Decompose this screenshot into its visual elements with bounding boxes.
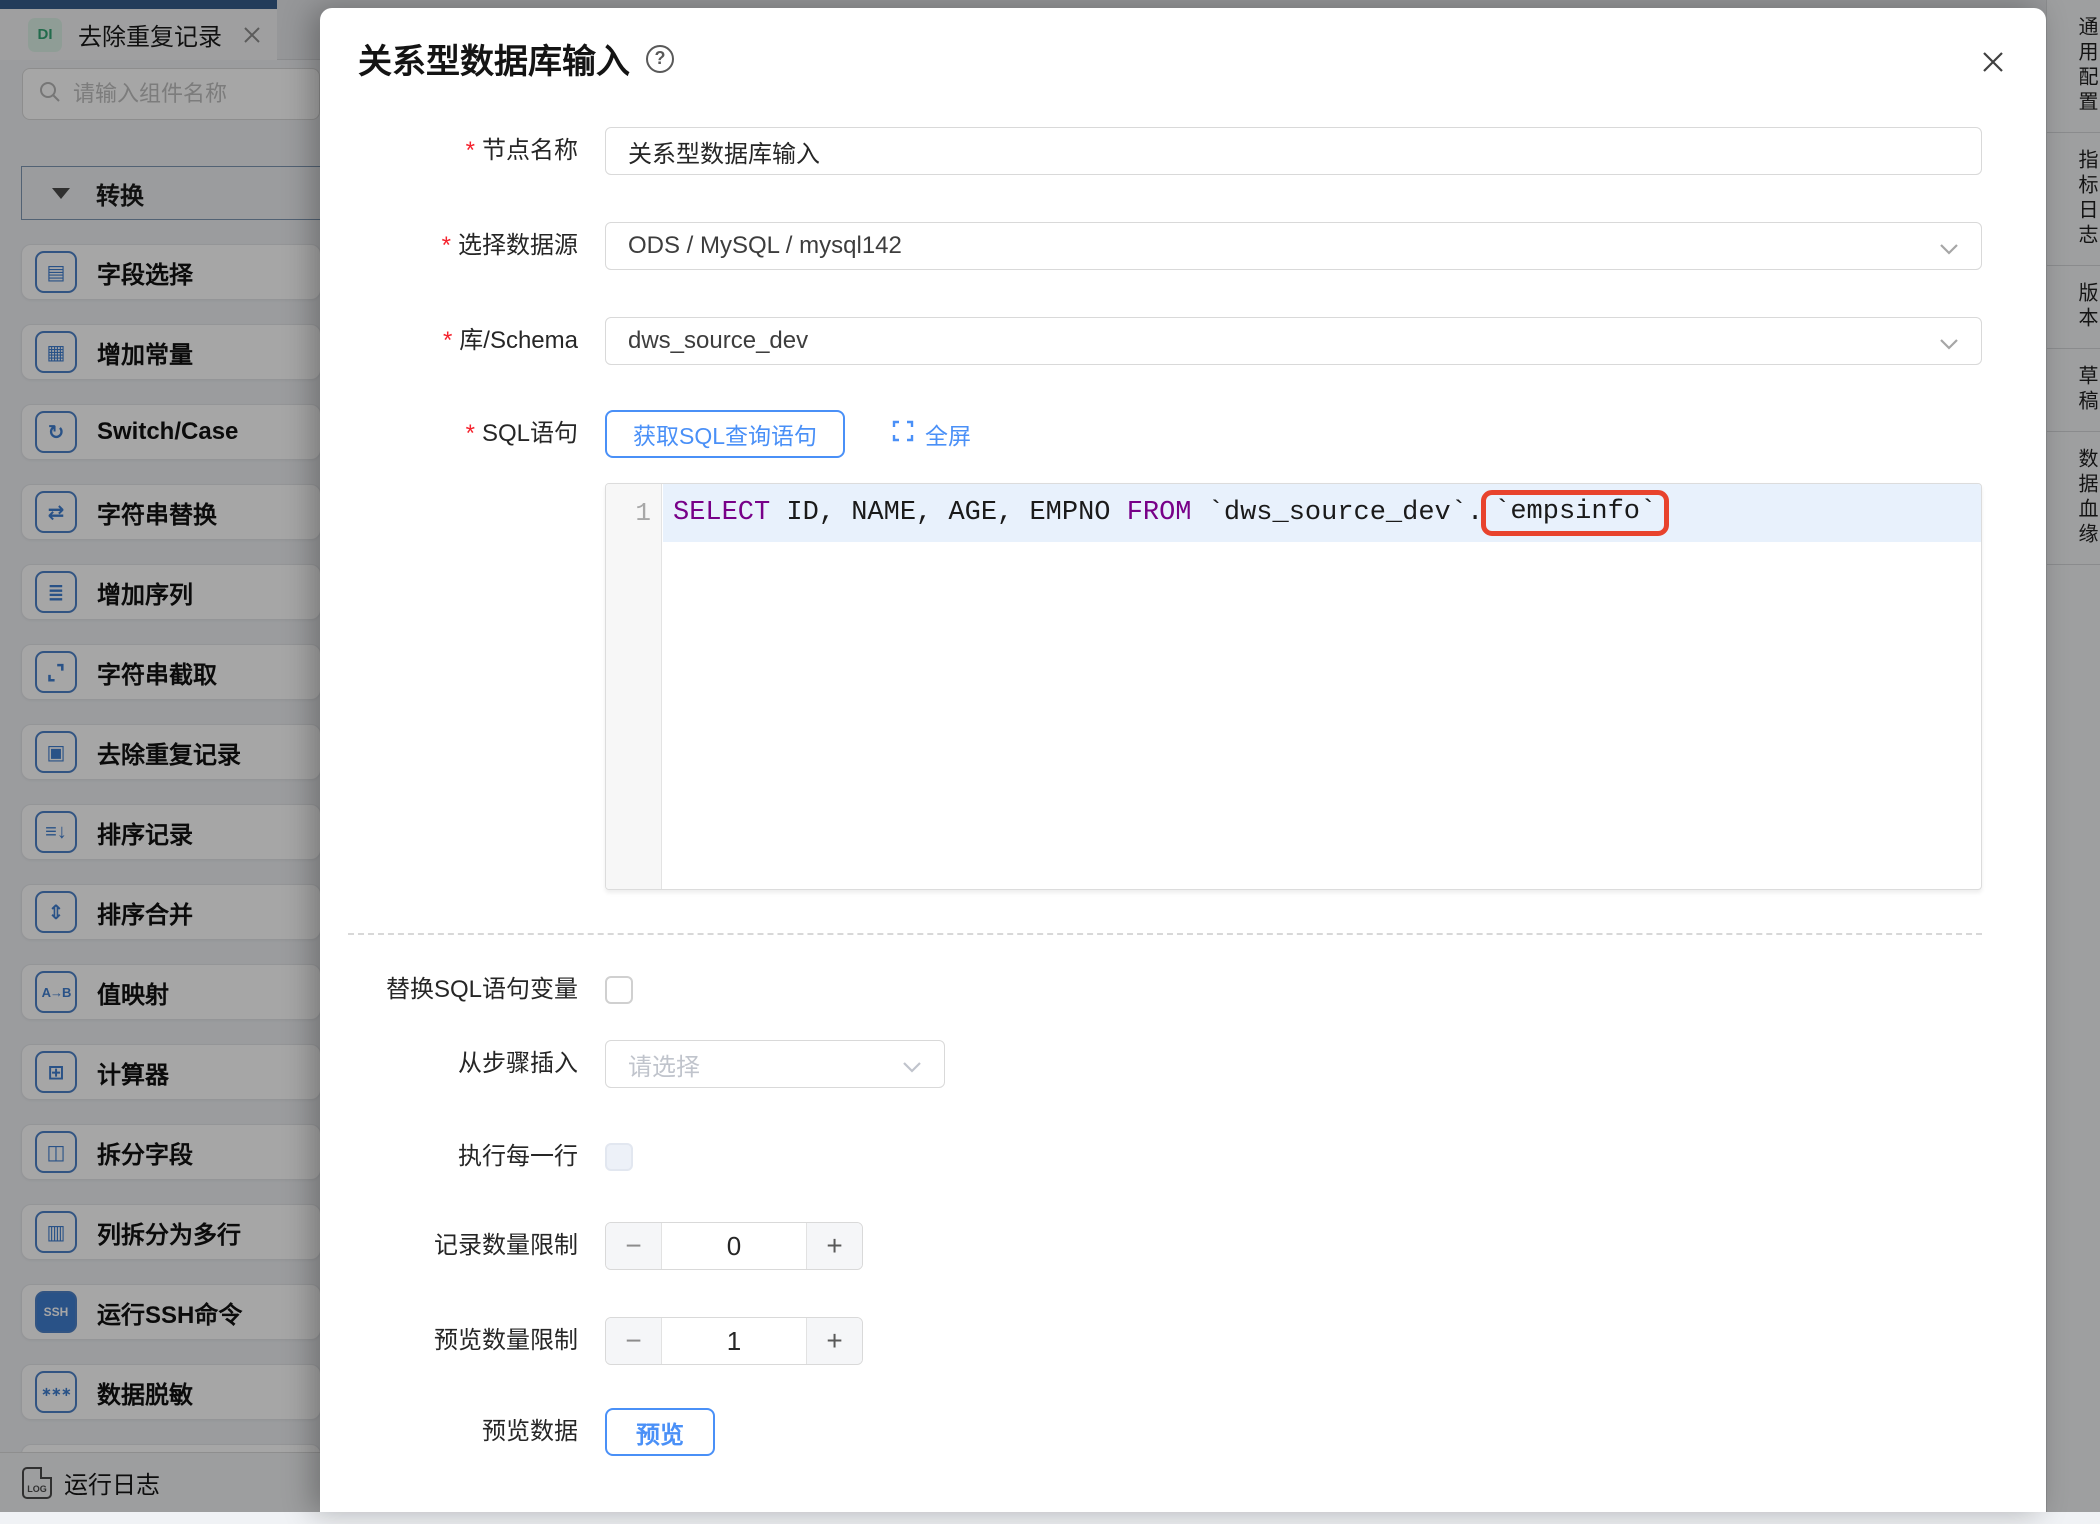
datasource-label: *选择数据源 xyxy=(320,222,578,270)
preview-data-label: 预览数据 xyxy=(320,1408,578,1456)
chevron-down-icon xyxy=(1937,332,1961,360)
preview-limit-label: 预览数量限制 xyxy=(320,1317,578,1365)
section-divider xyxy=(348,933,1982,935)
record-limit-stepper: − 0 + xyxy=(605,1222,863,1270)
minus-button[interactable]: − xyxy=(606,1223,662,1269)
help-icon[interactable]: ? xyxy=(646,45,674,73)
dialog-close-icon[interactable] xyxy=(1975,44,2011,80)
schema-label: *库/Schema xyxy=(320,317,578,365)
schema-select[interactable]: dws_source_dev xyxy=(605,317,1982,365)
record-limit-label: 记录数量限制 xyxy=(320,1222,578,1270)
sql-label: *SQL语句 xyxy=(320,410,578,458)
app-root: DI 去除重复记录 转换 ▤ 字段选择 ▦ 增加常量 xyxy=(0,0,2100,1512)
line-number: 1 xyxy=(606,484,661,542)
minus-button[interactable]: − xyxy=(606,1318,662,1364)
sql-code-editor[interactable]: 1 SELECT ID, NAME, AGE, EMPNO FROM `dws_… xyxy=(605,483,1982,890)
relational-db-input-dialog: 关系型数据库输入 ? *节点名称 *选择数据源 ODS / MySQL / my… xyxy=(320,8,2046,1512)
execute-each-row-checkbox[interactable] xyxy=(605,1143,633,1171)
fetch-sql-button[interactable]: 获取SQL查询语句 xyxy=(605,410,845,458)
sql-code-line: SELECT ID, NAME, AGE, EMPNO FROM `dws_so… xyxy=(663,484,1981,542)
fullscreen-icon xyxy=(891,419,915,449)
fullscreen-link[interactable]: 全屏 xyxy=(891,410,971,458)
plus-button[interactable]: + xyxy=(806,1318,862,1364)
replace-vars-checkbox[interactable] xyxy=(605,976,633,1004)
insert-from-step-label: 从步骤插入 xyxy=(320,1040,578,1088)
replace-vars-label: 替换SQL语句变量 xyxy=(320,976,578,1004)
plus-button[interactable]: + xyxy=(806,1223,862,1269)
preview-limit-stepper: − 1 + xyxy=(605,1317,863,1365)
node-name-label: *节点名称 xyxy=(320,127,578,175)
execute-each-row-label: 执行每一行 xyxy=(320,1143,578,1171)
dialog-title: 关系型数据库输入 xyxy=(358,34,630,83)
insert-from-step-select[interactable]: 请选择 xyxy=(605,1040,945,1088)
chevron-down-icon xyxy=(900,1055,924,1083)
node-name-input[interactable] xyxy=(605,127,1982,175)
chevron-down-icon xyxy=(1937,237,1961,265)
preview-limit-value[interactable]: 1 xyxy=(662,1318,806,1364)
datasource-select[interactable]: ODS / MySQL / mysql142 xyxy=(605,222,1982,270)
preview-button[interactable]: 预览 xyxy=(605,1408,715,1456)
record-limit-value[interactable]: 0 xyxy=(662,1223,806,1269)
editor-gutter: 1 xyxy=(606,484,662,889)
red-annotation-box: `empsinfo` xyxy=(1481,490,1669,536)
